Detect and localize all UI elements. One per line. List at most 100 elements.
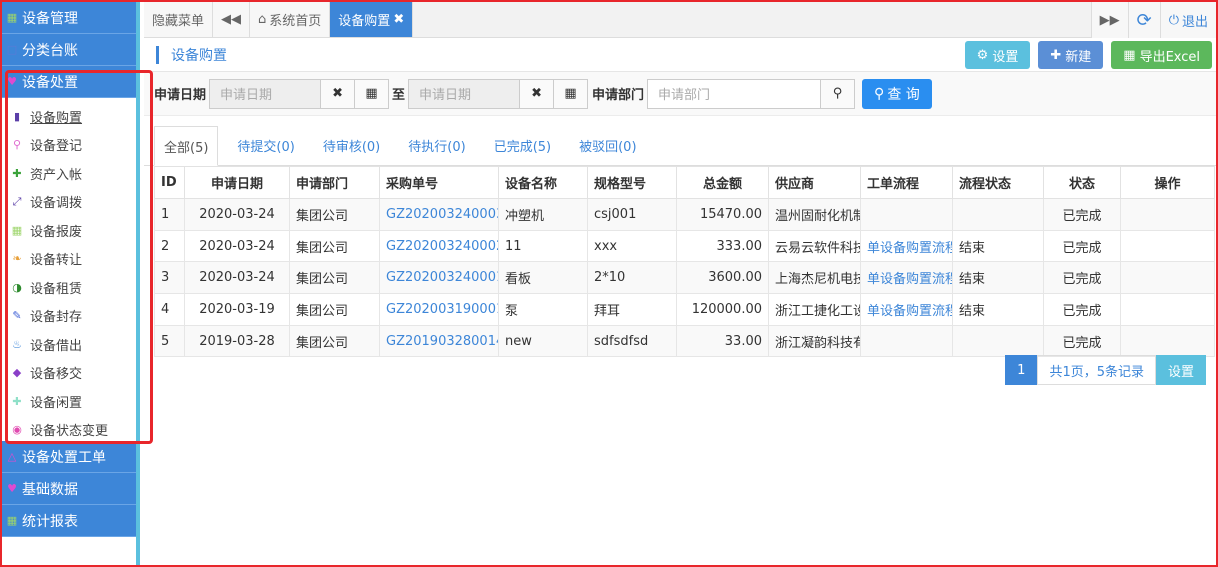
search-icon: ⚲ (874, 85, 885, 102)
double-left-icon: ◀◀ (221, 12, 242, 27)
menu-reports[interactable]: ▦ 统计报表 (2, 505, 136, 537)
main-content: 隐藏菜单 ◀◀ ⌂ 系统首页 设备购置 ✖ ▶▶ ⟳ ⏻ 退出 设备购置 ⚙ 设置 ✚ 新… (144, 2, 1216, 565)
cell-status: 已完成 (1043, 293, 1121, 326)
workflow-link[interactable]: 单设备购置流程 (860, 293, 953, 326)
new-button[interactable]: ✚ 新建 (1038, 41, 1104, 69)
cell-amount: 120000.00 (676, 293, 769, 326)
menu-device-disposal[interactable]: ♥ 设备处置 (2, 66, 136, 98)
table-row[interactable]: 5 2019-03-28 集团公司 GZ201903280014 new sdf… (154, 324, 1215, 358)
col-status[interactable]: 状态 (1043, 166, 1121, 199)
workflow-link[interactable]: 单设备购置流程 (860, 229, 953, 263)
tabs-forward-button[interactable]: ▶▶ (1090, 2, 1128, 38)
flame-icon: ♨ (12, 337, 22, 351)
cell-status: 已完成 (1043, 229, 1121, 263)
workflow-link[interactable]: 单设备购置流程 (860, 261, 953, 295)
cell-id: 2 (154, 229, 185, 263)
contrast-icon: ◑ (12, 280, 22, 294)
refresh-button[interactable]: ⟳ (1127, 2, 1160, 38)
date-label: 申请日期 (154, 88, 207, 103)
tab-completed[interactable]: 已完成(5) (485, 125, 560, 165)
end-date-calendar-button[interactable]: ▦ (554, 78, 589, 109)
sidebar-item-purchase[interactable]: ▮ 设备购置 (2, 102, 136, 131)
cell-status: 已完成 (1043, 198, 1121, 231)
hide-menu-button[interactable]: 隐藏菜单 (144, 2, 214, 37)
tab-rejected[interactable]: 被驳回(0) (570, 125, 645, 165)
dept-search-button[interactable]: ⚲ (821, 78, 856, 109)
order-link[interactable]: GZ201903280014 (379, 324, 499, 358)
filter-bar: 申请日期 申请日期 ✖ ▦ 至 申请日期 ✖ ▦ 申请部门 申请部门 ⚲ ⚲ 查 … (144, 72, 1216, 116)
clear-start-date-button[interactable]: ✖ (321, 78, 356, 109)
col-flow-status[interactable]: 流程状态 (952, 166, 1044, 199)
col-dept[interactable]: 申请部门 (289, 166, 380, 199)
tab-home[interactable]: ⌂ 系统首页 (250, 2, 331, 37)
pin-icon: ⚲ (12, 138, 22, 152)
menu-disposal-orders[interactable]: △ 设备处置工单 (2, 441, 136, 473)
cell-flow-status: 结束 (952, 261, 1044, 295)
dept-input[interactable]: 申请部门 (647, 78, 822, 109)
sidebar-item-seal[interactable]: ✎ 设备封存 (2, 302, 136, 331)
col-supplier[interactable]: 供应商 (768, 166, 861, 199)
export-excel-button[interactable]: ▦ 导出Excel (1111, 41, 1212, 69)
settings-button[interactable]: ⚙ 设置 (964, 41, 1031, 69)
gear-icon: ⚙ (976, 47, 989, 63)
sidebar-item-idle[interactable]: ✚ 设备闲置 (2, 387, 136, 416)
sidebar-item-transfer[interactable]: ⤢ 设备调拨 (2, 188, 136, 217)
sidebar-item-handover[interactable]: ◆ 设备移交 (2, 359, 136, 388)
start-date-calendar-button[interactable]: ▦ (355, 78, 390, 109)
workflow-link[interactable] (860, 198, 953, 231)
tab-current[interactable]: 设备购置 ✖ (330, 2, 414, 37)
tabs-back-button[interactable]: ◀◀ (213, 2, 251, 37)
sidebar-item-sell[interactable]: ❧ 设备转让 (2, 245, 136, 274)
menu-basic-data[interactable]: ♥ 基础数据 (2, 473, 136, 505)
sidebar-item-lend[interactable]: ♨ 设备借出 (2, 330, 136, 359)
tab-all[interactable]: 全部(5) (154, 126, 219, 166)
cell-spec: 2*10 (587, 261, 677, 295)
col-id[interactable]: ID (154, 166, 185, 199)
plus-icon: ✚ (1050, 47, 1062, 63)
col-amount[interactable]: 总金额 (676, 166, 769, 199)
menu-device-management[interactable]: ▦ 设备管理 (2, 2, 136, 34)
workflow-link[interactable] (860, 324, 953, 358)
cell-id: 5 (154, 324, 185, 358)
col-date[interactable]: 申请日期 (184, 166, 290, 199)
col-workflow[interactable]: 工单流程 (860, 166, 953, 199)
page-button-current[interactable]: 1 (1005, 355, 1038, 385)
tab-pending-execute[interactable]: 待执行(0) (399, 125, 474, 165)
end-date-input[interactable]: 申请日期 (408, 78, 521, 109)
refresh-icon: ⟳ (1136, 9, 1152, 31)
col-spec[interactable]: 规格型号 (587, 166, 677, 199)
cell-flow-status (952, 198, 1044, 231)
search-icon: ⚲ (832, 86, 843, 101)
plus-icon: ✚ (12, 394, 22, 408)
table-row[interactable]: 4 2020-03-19 集团公司 GZ202003190001 泵 拜耳 12… (154, 293, 1215, 326)
col-order-no[interactable]: 采购单号 (379, 166, 499, 199)
query-button[interactable]: ⚲ 查 询 (862, 78, 932, 109)
pager-settings-button[interactable]: 设置 (1155, 355, 1206, 385)
order-link[interactable]: GZ202003190001 (379, 293, 499, 326)
tab-pending-review[interactable]: 待审核(0) (314, 125, 389, 165)
table-row[interactable]: 3 2020-03-24 集团公司 GZ202003240001 看板 2*10… (154, 261, 1215, 295)
start-date-input[interactable]: 申请日期 (209, 78, 322, 109)
sidebar-item-register[interactable]: ⚲ 设备登记 (2, 131, 136, 160)
table-row[interactable]: 2 2020-03-24 集团公司 GZ202003240002 11 xxx … (154, 229, 1215, 263)
sidebar-item-asset-entry[interactable]: ✚ 资产入帐 (2, 159, 136, 188)
cell-device-name: 泵 (498, 293, 588, 326)
menu-category-ledger[interactable]: □ 分类台账 (2, 34, 136, 66)
leaf-icon: ❧ (12, 252, 22, 266)
drop-icon: ◆ (12, 366, 22, 380)
clear-end-date-button[interactable]: ✖ (520, 78, 555, 109)
table-row[interactable]: 1 2020-03-24 集团公司 GZ202003240003 冲塑机 csj… (154, 198, 1215, 231)
sidebar-item-status-change[interactable]: ◉ 设备状态变更 (2, 416, 136, 445)
tab-pending-submit[interactable]: 待提交(0) (228, 125, 303, 165)
dept-label: 申请部门 (592, 88, 645, 103)
order-link[interactable]: GZ202003240001 (379, 261, 499, 295)
close-tab-icon[interactable]: ✖ (393, 12, 404, 27)
logout-button[interactable]: ⏻ 退出 (1159, 2, 1216, 38)
tab-bar-right: ▶▶ ⟳ ⏻ 退出 (1090, 2, 1216, 38)
order-link[interactable]: GZ202003240002 (379, 229, 499, 263)
sidebar-item-scrap[interactable]: ▦ 设备报废 (2, 216, 136, 245)
cell-actions (1120, 324, 1215, 358)
order-link[interactable]: GZ202003240003 (379, 198, 499, 231)
sidebar-item-lease[interactable]: ◑ 设备租赁 (2, 273, 136, 302)
col-device-name[interactable]: 设备名称 (498, 166, 588, 199)
